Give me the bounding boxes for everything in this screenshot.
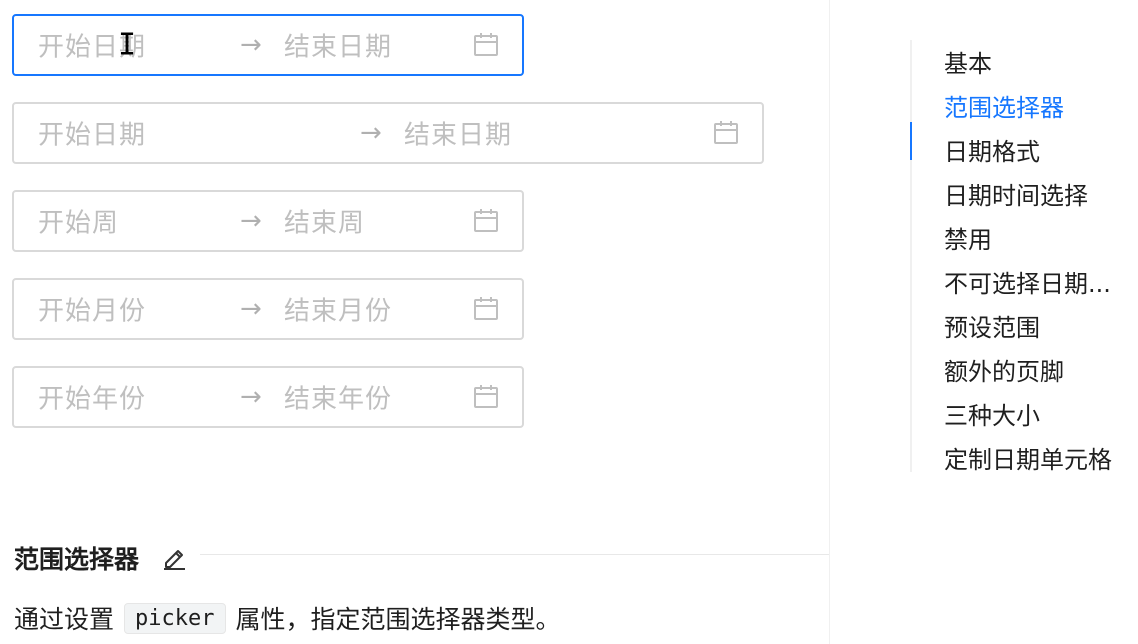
start-year-input[interactable]: 开始年份: [38, 379, 146, 416]
anchor-item-basic[interactable]: 基本: [944, 44, 992, 79]
anchor-item-disabled-dates[interactable]: 不可选择日期...: [944, 264, 1111, 299]
end-year-input[interactable]: 结束年份: [284, 379, 392, 416]
start-week-input[interactable]: 开始周: [38, 203, 119, 240]
calendar-icon[interactable]: [472, 295, 500, 323]
demo-area: 开始日期 I → 结束日期 开始日期 → 结束日期 开始周 → 结束周 开始月份…: [0, 0, 829, 644]
edit-icon[interactable]: [160, 543, 188, 571]
anchor-item-datetime[interactable]: 日期时间选择: [944, 176, 1088, 211]
anchor-item-date-format[interactable]: 日期格式: [944, 132, 1040, 167]
anchor-item-presets[interactable]: 预设范围: [944, 308, 1040, 343]
arrow-right-icon: →: [360, 118, 382, 148]
start-date-input[interactable]: 开始日期: [38, 115, 146, 152]
end-week-input[interactable]: 结束周: [284, 203, 365, 240]
end-date-input[interactable]: 结束日期: [404, 115, 512, 152]
text-cursor-icon: I: [118, 27, 137, 63]
page: 开始日期 I → 结束日期 开始日期 → 结束日期 开始周 → 结束周 开始月份…: [0, 0, 1138, 644]
anchor-item-disabled[interactable]: 禁用: [944, 220, 992, 255]
calendar-icon[interactable]: [472, 383, 500, 411]
anchor-nav: 基本 范围选择器 日期格式 日期时间选择 禁用 不可选择日期... 预设范围 额…: [910, 40, 1138, 475]
end-date-input[interactable]: 结束日期: [284, 27, 392, 64]
arrow-right-icon: →: [240, 206, 262, 236]
anchor-active-indicator: [910, 122, 912, 160]
range-picker-datetime[interactable]: 开始日期 → 结束日期: [12, 102, 764, 164]
anchor-item-range-picker[interactable]: 范围选择器: [944, 88, 1064, 123]
calendar-icon[interactable]: [472, 207, 500, 235]
desc-text-before: 通过设置: [14, 605, 115, 634]
range-picker-week[interactable]: 开始周 → 结束周: [12, 190, 524, 252]
anchor-item-extra-footer[interactable]: 额外的页脚: [944, 352, 1064, 387]
range-picker-date[interactable]: 开始日期 I → 结束日期: [12, 14, 524, 76]
desc-text-after: 属性，指定范围选择器类型。: [235, 605, 561, 634]
start-month-input[interactable]: 开始月份: [38, 291, 146, 328]
arrow-right-icon: →: [240, 30, 262, 60]
content-divider: [829, 0, 830, 644]
calendar-icon[interactable]: [472, 31, 500, 59]
range-picker-month[interactable]: 开始月份 → 结束月份: [12, 278, 524, 340]
section-description: 通过设置 picker 属性，指定范围选择器类型。: [14, 600, 561, 637]
end-month-input[interactable]: 结束月份: [284, 291, 392, 328]
anchor-item-sizes[interactable]: 三种大小: [944, 396, 1040, 431]
anchor-rail: [910, 40, 912, 472]
anchor-item-custom-cell[interactable]: 定制日期单元格: [944, 440, 1112, 475]
section-divider: [200, 554, 829, 555]
code-snippet: picker: [124, 602, 226, 634]
section-title: 范围选择器: [14, 545, 140, 574]
range-picker-year[interactable]: 开始年份 → 结束年份: [12, 366, 524, 428]
arrow-right-icon: →: [240, 382, 262, 412]
calendar-icon[interactable]: [712, 119, 740, 147]
arrow-right-icon: →: [240, 294, 262, 324]
